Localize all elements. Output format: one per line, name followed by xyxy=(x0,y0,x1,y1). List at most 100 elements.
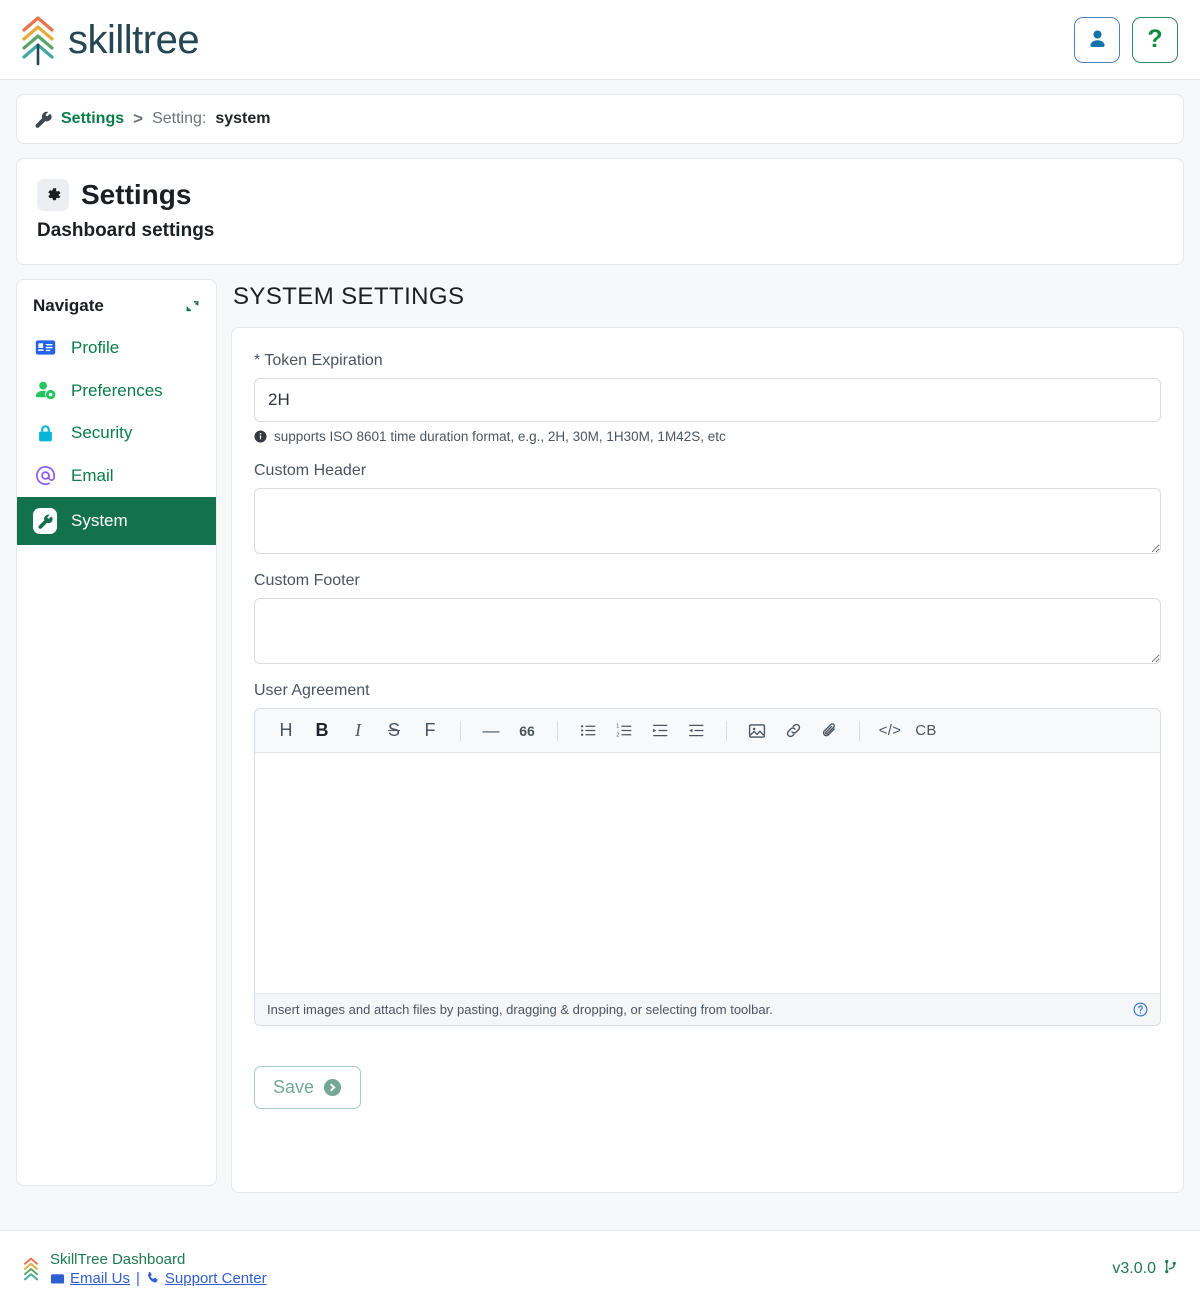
breadcrumb-settings-link[interactable]: Settings xyxy=(61,110,124,128)
app-header: skilltree ? xyxy=(0,0,1200,80)
breadcrumb: Settings > Setting: system xyxy=(16,94,1184,144)
footer-app-name: SkillTree Dashboard xyxy=(50,1250,186,1268)
email-us-label: Email Us xyxy=(70,1269,131,1287)
blockquote-button[interactable]: 66 xyxy=(510,715,544,747)
sidebar-item-system[interactable]: System xyxy=(17,497,216,545)
sidebar-item-security[interactable]: Security xyxy=(17,412,216,454)
breadcrumb-separator-icon: > xyxy=(133,109,144,128)
strikethrough-button[interactable]: S xyxy=(377,715,411,747)
sidebar-item-label: Email xyxy=(71,465,114,485)
brand[interactable]: skilltree xyxy=(18,14,200,66)
sidebar-title: Navigate xyxy=(33,296,104,315)
wrench-icon xyxy=(33,508,57,534)
user-agreement-editor-body[interactable] xyxy=(255,753,1160,993)
sidebar-item-label: System xyxy=(71,511,128,530)
bullet-list-button[interactable] xyxy=(571,715,605,747)
navigate-sidebar: Navigate Profile Preferences Security Em… xyxy=(16,279,217,1186)
support-center-link[interactable]: Support Center xyxy=(146,1270,267,1287)
breadcrumb-current-prefix: Setting: xyxy=(152,110,207,127)
editor-toolbar: H B I S F — 66 1 2 </> CB xyxy=(255,709,1160,753)
custom-header-textarea[interactable] xyxy=(254,488,1161,554)
insert-image-button[interactable] xyxy=(740,715,774,747)
custom-footer-label: Custom Footer xyxy=(254,572,360,589)
sidebar-header: Navigate xyxy=(17,280,216,326)
page-title-row: Settings xyxy=(37,179,1163,211)
indent-button[interactable] xyxy=(643,715,677,747)
outdent-button[interactable] xyxy=(679,715,713,747)
page-title: Settings xyxy=(81,179,192,210)
help-button[interactable]: ? xyxy=(1132,16,1178,63)
section-title: SYSTEM SETTINGS xyxy=(233,283,465,310)
token-expiration-input[interactable] xyxy=(254,378,1161,422)
gear-icon xyxy=(37,179,69,211)
font-button[interactable]: F xyxy=(413,715,447,747)
question-circle-icon[interactable] xyxy=(1133,1002,1148,1017)
token-expiration-hint-text: supports ISO 8601 time duration format, … xyxy=(274,429,726,444)
sidebar-item-label: Profile xyxy=(71,337,120,357)
code-block-button[interactable]: CB xyxy=(909,715,943,747)
toolbar-divider xyxy=(726,720,727,741)
main-content: SYSTEM SETTINGS * Token Expiration suppo… xyxy=(231,279,1184,1193)
content-layout: Navigate Profile Preferences Security Em… xyxy=(0,265,1200,1193)
inline-code-button[interactable]: </> xyxy=(873,715,907,747)
at-sign-icon xyxy=(33,465,57,486)
footer-brand: SkillTree Dashboard Email Us | Support C… xyxy=(22,1251,267,1287)
sidebar-item-email[interactable]: Email xyxy=(17,454,216,497)
wrench-icon xyxy=(35,111,52,128)
page-header-card: Settings Dashboard settings xyxy=(16,158,1184,265)
toolbar-divider xyxy=(557,720,558,741)
sidebar-item-profile[interactable]: Profile xyxy=(17,326,216,369)
bold-button[interactable]: B xyxy=(305,715,339,747)
svg-text:1: 1 xyxy=(616,724,619,730)
user-agreement-label: User Agreement xyxy=(254,682,370,699)
attach-file-button[interactable] xyxy=(812,715,846,747)
footer-text: SkillTree Dashboard Email Us | Support C… xyxy=(50,1251,267,1287)
italic-button[interactable]: I xyxy=(341,715,375,747)
header-actions: ? xyxy=(1074,16,1178,63)
heading-button[interactable]: H xyxy=(269,715,303,747)
toolbar-divider xyxy=(460,720,461,741)
field-token-expiration: * Token Expiration supports ISO 8601 tim… xyxy=(254,352,1161,444)
insert-link-button[interactable] xyxy=(776,715,810,747)
save-button-label: Save xyxy=(273,1077,315,1097)
page-subtitle: Dashboard settings xyxy=(37,220,215,241)
field-user-agreement: User Agreement H B I S F — 66 1 2 </> CB… xyxy=(254,682,1161,1026)
version-info: v3.0.0 xyxy=(1112,1259,1178,1279)
user-agreement-editor: H B I S F — 66 1 2 </> CB Insert images … xyxy=(254,708,1161,1026)
breadcrumb-current-value: system xyxy=(215,110,271,127)
app-footer: SkillTree Dashboard Email Us | Support C… xyxy=(0,1230,1200,1306)
version-label: v3.0.0 xyxy=(1112,1259,1156,1277)
question-mark-icon: ? xyxy=(1147,25,1163,53)
code-branch-icon xyxy=(1163,1259,1178,1279)
field-custom-footer: Custom Footer xyxy=(254,572,1161,664)
phone-icon xyxy=(146,1271,160,1285)
envelope-icon xyxy=(50,1271,65,1286)
email-us-link[interactable]: Email Us xyxy=(50,1270,130,1287)
svg-text:2: 2 xyxy=(616,732,619,738)
editor-footer-text: Insert images and attach files by pastin… xyxy=(267,1002,773,1017)
skilltree-logo-icon xyxy=(22,15,54,65)
toolbar-divider xyxy=(859,720,860,741)
token-expiration-hint: supports ISO 8601 time duration format, … xyxy=(254,429,1161,444)
user-menu-button[interactable] xyxy=(1074,16,1120,63)
compress-arrows-icon[interactable] xyxy=(185,299,200,314)
sidebar-item-label: Preferences xyxy=(71,380,163,400)
user-gear-icon xyxy=(33,380,57,401)
footer-separator: | xyxy=(136,1269,140,1287)
brand-name: skilltree xyxy=(68,17,200,62)
field-custom-header: Custom Header xyxy=(254,462,1161,554)
skilltree-logo-icon xyxy=(23,1257,39,1280)
arrow-circle-right-icon xyxy=(323,1078,342,1097)
horizontal-rule-button[interactable]: — xyxy=(474,715,508,747)
system-settings-panel: * Token Expiration supports ISO 8601 tim… xyxy=(231,327,1184,1193)
footer-links: Email Us | Support Center xyxy=(50,1270,267,1287)
user-icon xyxy=(1089,30,1105,47)
numbered-list-button[interactable]: 1 2 xyxy=(607,715,641,747)
system-icon-wrap xyxy=(33,508,57,534)
sidebar-item-preferences[interactable]: Preferences xyxy=(17,369,216,412)
custom-footer-textarea[interactable] xyxy=(254,598,1161,664)
save-button[interactable]: Save xyxy=(254,1066,362,1109)
sidebar-item-label: Security xyxy=(71,423,133,442)
token-expiration-label: * Token Expiration xyxy=(254,352,383,369)
support-center-label: Support Center xyxy=(164,1269,267,1287)
